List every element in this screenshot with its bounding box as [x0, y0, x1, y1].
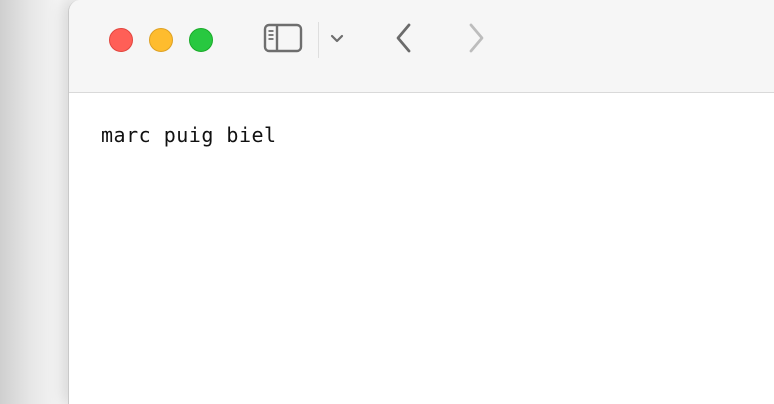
chevron-right-icon [465, 22, 487, 59]
chevron-left-icon [393, 22, 415, 59]
minimize-button[interactable] [149, 28, 173, 52]
sidebar-toggle-button[interactable] [261, 22, 305, 58]
forward-button[interactable] [461, 20, 491, 60]
chevron-down-icon [329, 31, 345, 49]
close-button[interactable] [109, 28, 133, 52]
document-text[interactable]: marc puig biel [101, 123, 277, 147]
back-button[interactable] [389, 20, 419, 60]
toolbar [69, 0, 774, 93]
zoom-button[interactable] [189, 28, 213, 52]
toolbar-divider [318, 22, 319, 58]
app-window: marc puig biel [68, 0, 774, 404]
sidebar-icon [263, 23, 303, 58]
document-content[interactable]: marc puig biel [69, 93, 774, 404]
sidebar-menu-button[interactable] [325, 28, 349, 52]
